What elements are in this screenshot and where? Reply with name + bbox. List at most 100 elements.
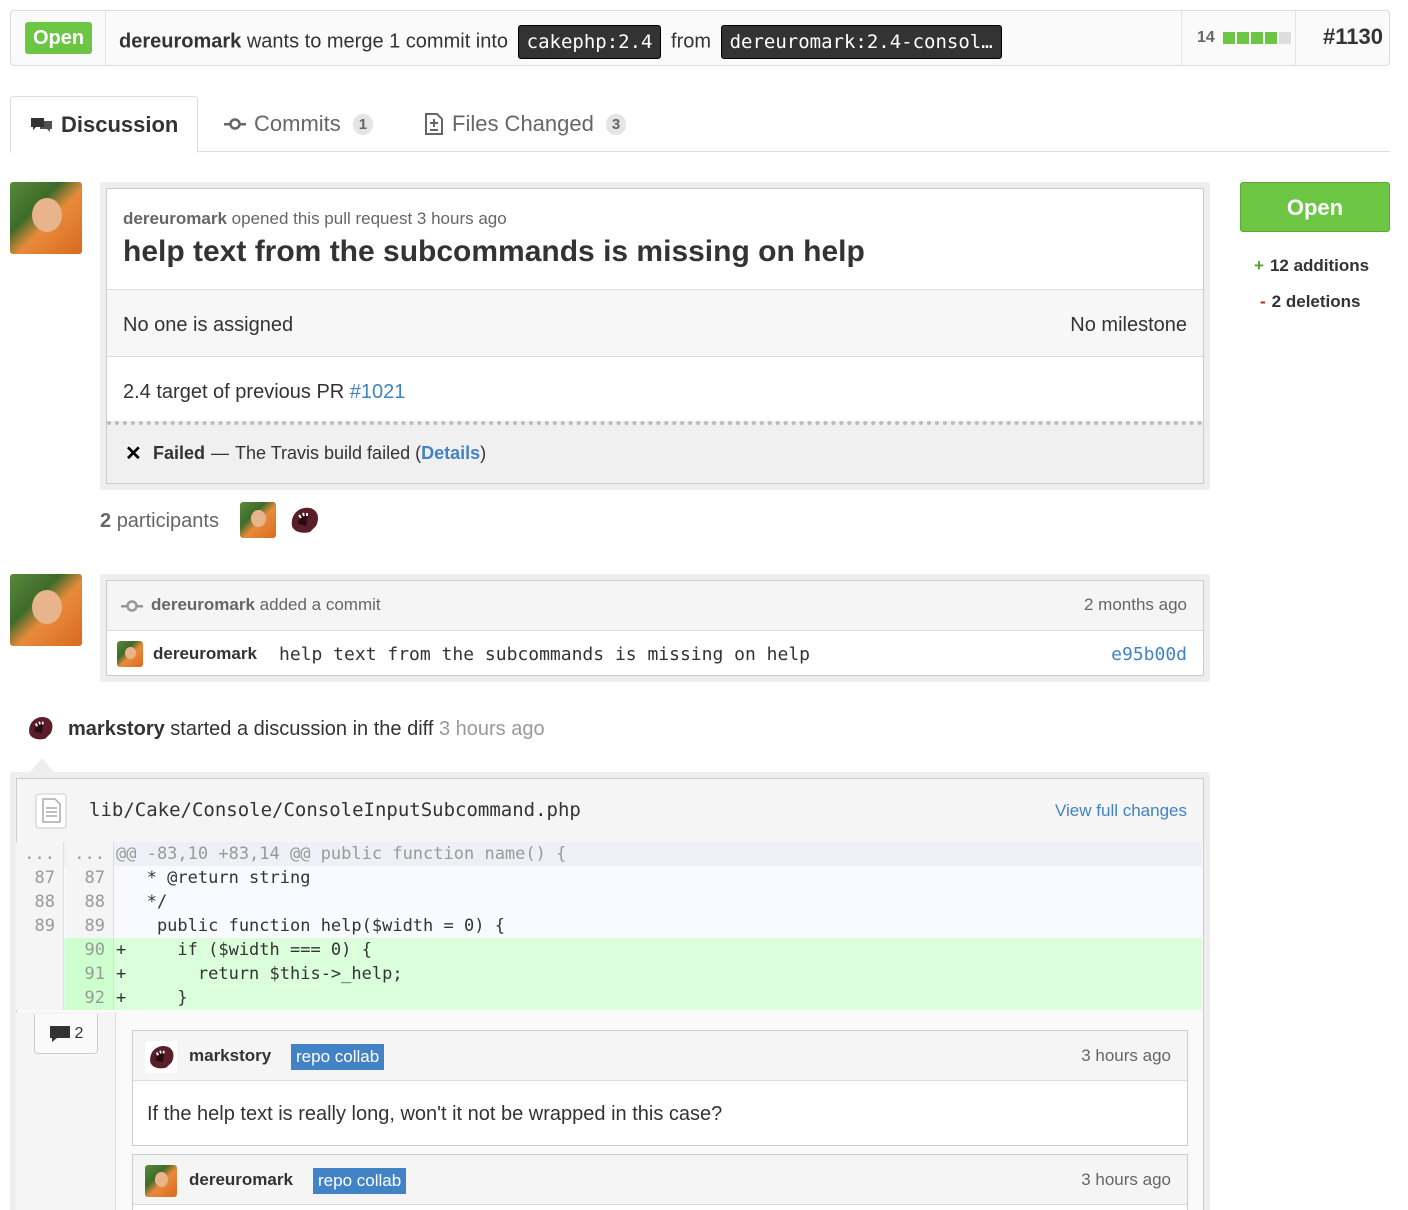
commit-author[interactable]: dereuromark xyxy=(153,644,257,664)
diff-code: public function help($width = 0) { xyxy=(116,916,505,936)
diffstat-block-added xyxy=(1251,32,1263,44)
avatar[interactable] xyxy=(10,574,82,646)
new-line-number[interactable]: 89 xyxy=(66,914,114,938)
diff-line-added[interactable]: 91 + return $this->_help; xyxy=(16,962,1202,986)
diff-file-header: lib/Cake/Console/ConsoleInputSubcommand.… xyxy=(17,779,1203,843)
participant-avatar[interactable] xyxy=(240,502,276,538)
markstory-avatar-icon xyxy=(29,717,53,740)
tab-label: Files Changed xyxy=(452,111,594,136)
markstory-avatar-icon xyxy=(150,1046,174,1069)
commit-event-author[interactable]: dereuromark xyxy=(151,595,255,614)
discussion-time: 3 hours ago xyxy=(438,718,545,740)
pr-reference-link[interactable]: #1021 xyxy=(350,381,406,403)
deletions-label: 2 deletions xyxy=(1271,292,1361,311)
new-line-number[interactable]: 87 xyxy=(66,866,114,890)
review-comment: markstory repo collab 3 hours ago If the… xyxy=(132,1030,1188,1146)
pr-tabs: Discussion Commits 1 Files Changed 3 xyxy=(10,96,1390,153)
diffstat-block-added xyxy=(1237,32,1249,44)
file-text-icon xyxy=(35,793,67,829)
comment-count-toggle[interactable]: 2 xyxy=(34,1014,98,1054)
minus-icon: - xyxy=(1260,292,1266,311)
build-dash: — xyxy=(211,443,229,463)
pr-meta-bar: No one is assigned No milestone xyxy=(107,289,1203,357)
avatar[interactable] xyxy=(24,712,56,744)
build-details-link[interactable]: Details xyxy=(421,443,480,463)
comment-time[interactable]: 3 hours ago xyxy=(1081,1046,1171,1066)
diff-code: + return $this->_help; xyxy=(116,964,403,984)
collaborator-badge: repo collab xyxy=(291,1044,385,1070)
build-close: ) xyxy=(480,443,487,463)
tab-counter: 1 xyxy=(352,113,374,135)
pr-body-text: 2.4 target of previous PR xyxy=(123,381,345,403)
new-line-number[interactable]: 92 xyxy=(66,986,114,1010)
old-line-number[interactable] xyxy=(16,938,64,962)
pr-opened-text: opened this pull request 3 hours ago xyxy=(231,209,507,228)
x-icon: ✕ xyxy=(125,443,142,465)
plus-icon: + xyxy=(1254,256,1264,275)
old-line-number[interactable] xyxy=(16,986,64,1010)
old-line-number[interactable]: ... xyxy=(16,842,64,866)
commit-sha-link[interactable]: e95b00d xyxy=(1111,644,1187,665)
comment-time[interactable]: 3 hours ago xyxy=(1081,1170,1171,1190)
new-line-number[interactable]: 88 xyxy=(66,890,114,914)
commit-author-avatar[interactable] xyxy=(117,641,143,667)
from-label: from xyxy=(671,30,712,53)
commit-event-header: dereuromark added a commit 2 months ago xyxy=(107,581,1203,631)
discussion-event-text: markstory started a discussion in the di… xyxy=(68,718,545,741)
file-diff-icon xyxy=(425,113,443,135)
comment-author[interactable]: dereuromark xyxy=(189,1170,293,1190)
pr-state-badge: Open xyxy=(25,22,93,54)
pr-number: #1130 xyxy=(1323,24,1383,49)
head-branch-ref[interactable]: dereuromark:2.4-consol… xyxy=(720,25,1002,59)
build-status-text: The Travis build failed (Details) xyxy=(235,443,486,464)
pr-opened-meta: dereuromark opened this pull request 3 h… xyxy=(123,209,507,229)
new-line-number[interactable]: 90 xyxy=(66,938,114,962)
discussion-action: started a discussion in the diff xyxy=(170,718,434,740)
comment-avatar[interactable] xyxy=(145,1041,177,1073)
tab-files-changed[interactable]: Files Changed 3 xyxy=(424,96,627,152)
diffstat-block-neutral xyxy=(1279,32,1291,44)
diff-line-added[interactable]: 90 + if ($width === 0) { xyxy=(16,938,1202,962)
participants-text: participants xyxy=(116,510,219,532)
diff-line-added[interactable]: 92 + } xyxy=(16,986,1202,1010)
diff-line-context[interactable]: 88 88 */ xyxy=(16,890,1202,914)
diff-line-context[interactable]: 87 87 * @return string xyxy=(16,866,1202,890)
diff-hunk-header[interactable]: ...... @@ -83,10 +83,14 @@ public functio… xyxy=(16,842,1202,866)
comment-icon xyxy=(49,1025,70,1042)
old-line-number[interactable]: 87 xyxy=(16,866,64,890)
diffstat-bars xyxy=(1223,32,1291,44)
tab-discussion[interactable]: Discussion xyxy=(10,96,198,153)
old-line-number[interactable]: 89 xyxy=(16,914,64,938)
pr-author-link[interactable]: dereuromark xyxy=(119,30,241,52)
commit-message[interactable]: help text from the subcommands is missin… xyxy=(279,644,810,665)
view-full-changes-link[interactable]: View full changes xyxy=(1055,801,1187,821)
diff-line-context[interactable]: 89 89 public function help($width = 0) { xyxy=(16,914,1202,938)
participant-avatar[interactable] xyxy=(286,502,322,538)
base-branch-ref[interactable]: cakephp:2.4 xyxy=(517,25,662,59)
milestone-label[interactable]: No milestone xyxy=(1070,314,1187,337)
divider xyxy=(1181,11,1182,65)
pr-state-button[interactable]: Open xyxy=(1240,182,1390,232)
assignee-label[interactable]: No one is assigned xyxy=(123,314,293,337)
avatar[interactable] xyxy=(10,182,82,254)
pr-description: dereuromark opened this pull request 3 h… xyxy=(106,188,1204,484)
diff-file-path[interactable]: lib/Cake/Console/ConsoleInputSubcommand.… xyxy=(89,799,581,821)
review-comment: dereuromark repo collab 3 hours ago xyxy=(132,1154,1188,1210)
new-line-number[interactable]: 91 xyxy=(66,962,114,986)
tab-commits[interactable]: Commits 1 xyxy=(224,96,374,152)
pr-author-link[interactable]: dereuromark xyxy=(123,209,227,228)
markstory-avatar-icon xyxy=(291,507,318,533)
old-line-number[interactable] xyxy=(16,962,64,986)
review-comment-header: dereuromark repo collab 3 hours ago xyxy=(133,1155,1187,1205)
diffstat-block-added xyxy=(1223,32,1235,44)
new-line-number[interactable]: ... xyxy=(66,842,114,866)
diffstat-block-added xyxy=(1265,32,1277,44)
comment-author[interactable]: markstory xyxy=(189,1046,271,1066)
commit-event-time: 2 months ago xyxy=(1083,595,1187,614)
old-line-number[interactable]: 88 xyxy=(16,890,64,914)
divider xyxy=(1295,11,1296,65)
comment-avatar[interactable] xyxy=(145,1165,177,1197)
pr-body: 2.4 target of previous PR #1021 xyxy=(123,381,405,404)
divider xyxy=(105,11,106,65)
discussion-author-link[interactable]: markstory xyxy=(68,718,165,740)
